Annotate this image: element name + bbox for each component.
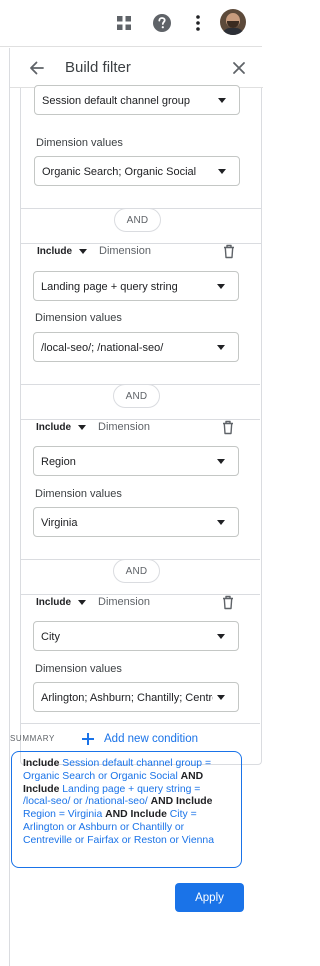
include-dropdown[interactable]: Include: [36, 597, 87, 608]
dimension-values-label: Dimension values: [35, 488, 122, 500]
conditions-scroll-area[interactable]: Session default channel group Dimension …: [20, 85, 262, 773]
dropdown-caret-icon: [217, 520, 225, 525]
dimension-values-select[interactable]: Arlington; Ashburn; Chantilly; Centrev: [33, 682, 239, 712]
apps-grid-icon[interactable]: [113, 12, 135, 34]
add-icon: [82, 733, 94, 745]
dimension-select-value: Session default channel group: [42, 95, 190, 107]
summary-label: SUMMARY: [10, 734, 55, 743]
dimension-select-value: City: [41, 631, 60, 643]
help-icon[interactable]: [151, 12, 173, 34]
summary-box: Include Session default channel group = …: [11, 751, 242, 868]
dropdown-caret-icon: [217, 284, 225, 289]
dimension-values-label: Dimension values: [35, 312, 122, 324]
dimension-values-value: Organic Search; Organic Social: [42, 166, 197, 178]
summary-keyword: AND Include: [105, 809, 167, 821]
and-chip[interactable]: AND: [113, 559, 160, 583]
and-chip[interactable]: AND: [114, 208, 161, 232]
include-dropdown[interactable]: Include: [37, 246, 88, 257]
dropdown-caret-icon: [217, 695, 225, 700]
dimension-label: Dimension: [99, 245, 151, 257]
summary-keyword: AND Include: [150, 796, 213, 808]
more-vert-icon[interactable]: [187, 12, 209, 34]
summary-condition: Region = Virginia: [23, 809, 103, 821]
back-arrow-icon[interactable]: [27, 58, 47, 78]
dropdown-caret-icon: [217, 634, 225, 639]
delete-icon[interactable]: [221, 595, 235, 610]
dropdown-caret-icon: [79, 249, 88, 254]
include-label: Include: [37, 246, 73, 257]
avatar-suit: [222, 28, 244, 35]
add-new-condition-label: Add new condition: [104, 733, 198, 745]
delete-icon[interactable]: [221, 420, 235, 435]
dimension-values-select[interactable]: Virginia: [33, 507, 239, 537]
dimension-values-value: Virginia: [41, 517, 78, 529]
include-dropdown[interactable]: Include: [36, 422, 87, 433]
close-icon[interactable]: [229, 58, 249, 78]
dimension-select-value: Region: [41, 456, 76, 468]
panel-header: Build filter: [10, 48, 263, 88]
include-label: Include: [36, 597, 72, 608]
dropdown-caret-icon: [78, 600, 87, 605]
dimension-values-value: Arlington; Ashburn; Chantilly; Centrev: [41, 692, 213, 704]
add-new-condition-button[interactable]: Add new condition: [20, 724, 260, 754]
dimension-label: Dimension: [98, 421, 150, 433]
panel-title: Build filter: [65, 59, 131, 76]
dimension-values-label: Dimension values: [35, 663, 122, 675]
dimension-select[interactable]: Region: [33, 446, 239, 476]
dimension-values-select[interactable]: Organic Search; Organic Social: [34, 156, 240, 186]
delete-icon[interactable]: [222, 244, 236, 259]
dropdown-caret-icon: [78, 425, 87, 430]
dimension-select[interactable]: Session default channel group: [34, 85, 240, 115]
dimension-values-label: Dimension values: [36, 137, 123, 149]
dimension-select[interactable]: City: [33, 621, 239, 651]
dropdown-caret-icon: [217, 345, 225, 350]
dropdown-caret-icon: [218, 169, 226, 174]
top-app-bar: [0, 0, 262, 47]
summary-keyword: Include: [23, 758, 60, 769]
dimension-label: Dimension: [98, 596, 150, 608]
dimension-values-select[interactable]: /local-seo/; /national-seo/: [33, 332, 239, 362]
dimension-values-value: /local-seo/; /national-seo/: [41, 342, 164, 354]
dropdown-caret-icon: [217, 459, 225, 464]
dropdown-caret-icon: [218, 98, 226, 103]
dimension-select-value: Landing page + query string: [41, 281, 178, 293]
avatar-beard: [227, 21, 239, 28]
and-chip[interactable]: AND: [113, 384, 160, 408]
avatar[interactable]: [220, 9, 246, 35]
include-label: Include: [36, 422, 72, 433]
dimension-select[interactable]: Landing page + query string: [33, 271, 239, 301]
apply-button[interactable]: Apply: [175, 883, 244, 912]
